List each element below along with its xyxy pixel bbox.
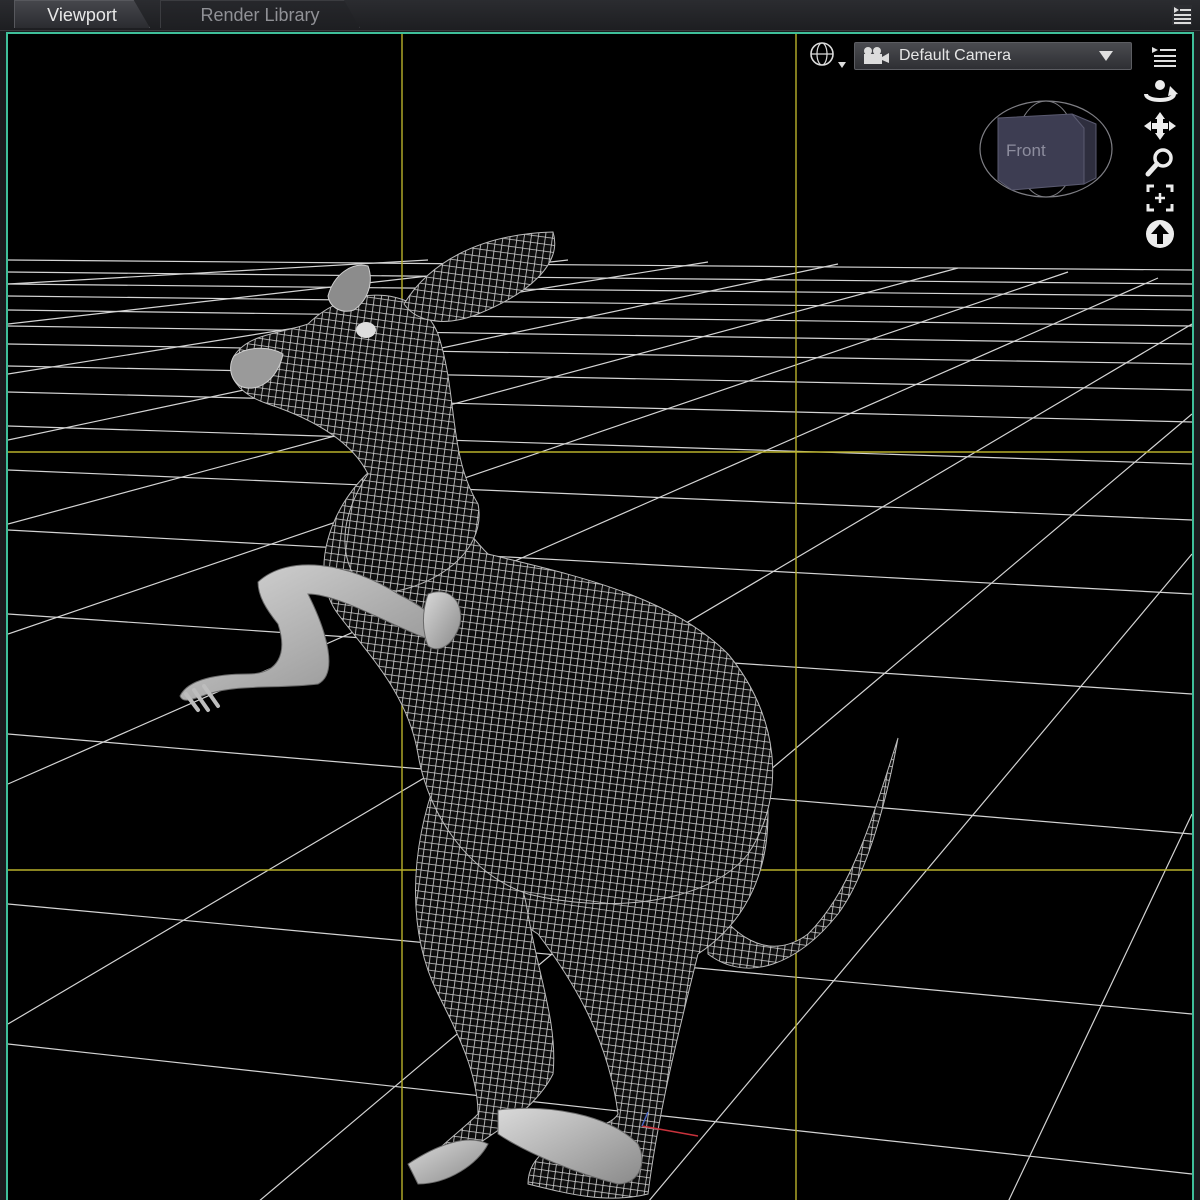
viewport-3d[interactable]: Default Camera Front (6, 32, 1194, 1200)
nav-cube-face-label: Front (1006, 141, 1046, 160)
camera-select-label: Default Camera (899, 47, 1012, 64)
globe-icon[interactable] (806, 40, 850, 70)
scene-canvas[interactable] (8, 34, 1192, 1200)
camera-select[interactable]: Default Camera (854, 42, 1132, 70)
camera-toolbar: Default Camera (806, 40, 1186, 70)
navigation-cube[interactable]: Front (976, 94, 1116, 204)
viewport-menu-icon[interactable] (1150, 44, 1178, 68)
frame-icon[interactable] (1140, 182, 1180, 214)
chevron-down-icon (1099, 51, 1113, 61)
camera-icon (864, 47, 889, 64)
panel-tab-bar: Viewport Render Library (0, 0, 1200, 31)
zoom-icon[interactable] (1140, 146, 1180, 178)
panel-menu-icon[interactable] (1170, 2, 1194, 26)
reset-view-icon[interactable] (1140, 218, 1180, 250)
orbit-icon[interactable] (1140, 74, 1180, 106)
pan-icon[interactable] (1140, 110, 1180, 142)
tab-viewport[interactable]: Viewport (14, 0, 150, 28)
tab-render-library[interactable]: Render Library (160, 0, 360, 28)
